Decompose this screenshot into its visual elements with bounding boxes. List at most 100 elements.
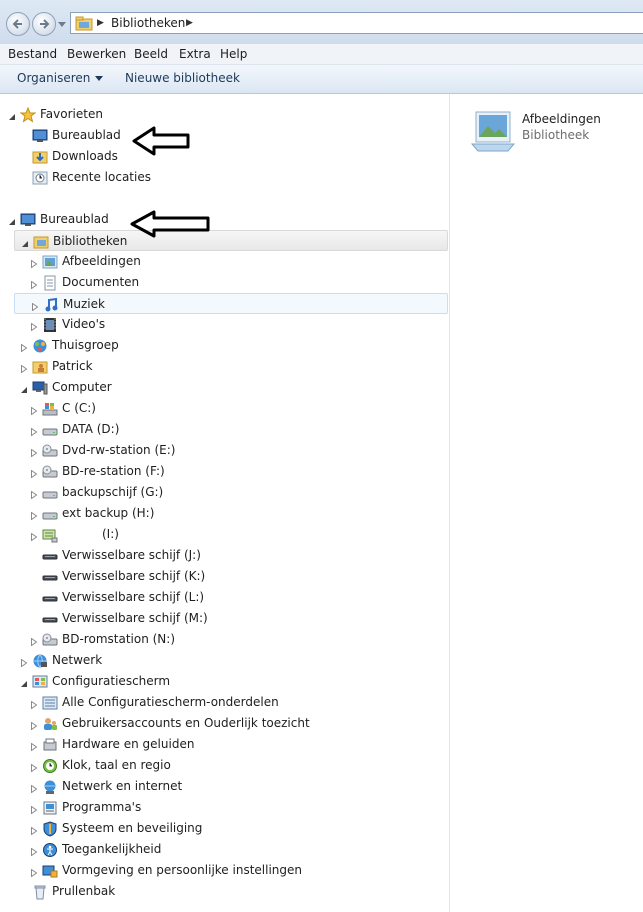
navigation-pane[interactable]: Favorieten Bureaublad Downloads Recente loc… — [0, 94, 449, 912]
expanded-triangle-icon[interactable] — [21, 237, 29, 247]
collapsed-triangle-icon[interactable] — [30, 866, 38, 878]
collapsed-triangle-icon[interactable] — [30, 446, 38, 458]
collapsed-triangle-icon[interactable] — [20, 362, 28, 374]
collapsed-triangle-icon[interactable] — [30, 404, 38, 416]
tree-item[interactable]: Afbeeldingen — [0, 251, 449, 272]
expanded-triangle-icon[interactable] — [20, 383, 28, 393]
menu-bar: Bestand Bewerken Beeld Extra Help — [0, 44, 643, 65]
library-item-name: Afbeeldingen — [522, 112, 601, 126]
tree-item[interactable]: Systeem en beveiliging — [0, 818, 449, 839]
documents-icon — [42, 275, 58, 291]
optical-drive-icon — [42, 443, 58, 459]
tree-item[interactable]: Documenten — [0, 272, 449, 293]
tree-item-label: Gebruikersaccounts en Ouderlijk toezicht — [62, 716, 310, 730]
tree-item-label: Patrick — [52, 359, 93, 373]
tree-item[interactable]: Favorieten — [0, 104, 449, 125]
collapsed-triangle-icon[interactable] — [30, 530, 38, 542]
content-pane[interactable]: Afbeeldingen Bibliotheek — [450, 94, 643, 912]
tree-item[interactable]: Vormgeving en persoonlijke instellingen — [0, 860, 449, 881]
tree-item[interactable]: Video's — [0, 314, 449, 335]
tree-item-label: BD-romstation (N:) — [62, 632, 175, 646]
breadcrumb-separator-icon[interactable]: ▶ — [97, 18, 104, 28]
tree-item[interactable]: Netwerk — [0, 650, 449, 671]
collapsed-triangle-icon[interactable] — [30, 824, 38, 836]
tree-item-label: Configuratiescherm — [52, 674, 171, 688]
tree-item[interactable]: Prullenbak — [0, 881, 449, 902]
tree-item[interactable]: Hardware en geluiden — [0, 734, 449, 755]
collapsed-triangle-icon[interactable] — [31, 300, 39, 312]
tree-item[interactable]: Verwisselbare schijf (M:) — [0, 608, 449, 629]
tree-item-label: Bureaublad — [52, 128, 121, 142]
menu-extra[interactable]: Extra — [179, 47, 211, 61]
forward-button[interactable] — [32, 12, 56, 36]
tree-item[interactable]: Verwisselbare schijf (J:) — [0, 545, 449, 566]
collapsed-triangle-icon[interactable] — [20, 341, 28, 353]
collapsed-triangle-icon[interactable] — [30, 698, 38, 710]
tree-item[interactable]: Computer — [0, 377, 449, 398]
menu-bestand[interactable]: Bestand — [8, 47, 57, 61]
tree-item-label: Prullenbak — [52, 884, 116, 898]
tree-item[interactable]: C (C:) — [0, 398, 449, 419]
expanded-triangle-icon[interactable] — [8, 215, 16, 225]
tree-item[interactable]: Configuratiescherm — [0, 671, 449, 692]
tree-item[interactable]: backupschijf (G:) — [0, 482, 449, 503]
tree-item[interactable]: Muziek — [14, 293, 448, 314]
menu-help[interactable]: Help — [220, 47, 247, 61]
libraries-folder-icon — [75, 16, 93, 31]
recent-pages-dropdown-icon[interactable] — [58, 20, 66, 28]
collapsed-triangle-icon[interactable] — [30, 719, 38, 731]
expanded-triangle-icon[interactable] — [8, 110, 16, 120]
tree-item[interactable]: Bureaublad — [0, 125, 449, 146]
menu-bewerken[interactable]: Bewerken — [67, 47, 126, 61]
collapsed-triangle-icon[interactable] — [30, 467, 38, 479]
tree-item[interactable]: Klok, taal en regio — [0, 755, 449, 776]
removable-drive-icon — [42, 611, 58, 627]
tree-item[interactable]: Toegankelijkheid — [0, 839, 449, 860]
tree-item[interactable]: Downloads — [0, 146, 449, 167]
collapsed-triangle-icon[interactable] — [30, 320, 38, 332]
menu-beeld[interactable]: Beeld — [134, 47, 168, 61]
back-button[interactable] — [6, 12, 30, 36]
tree-item[interactable]: Thuisgroep — [0, 335, 449, 356]
tree-item[interactable]: BD-re-station (F:) — [0, 461, 449, 482]
breadcrumb-bibliotheken[interactable]: Bibliotheken — [111, 16, 185, 30]
collapsed-triangle-icon[interactable] — [30, 257, 38, 269]
collapsed-triangle-icon[interactable] — [30, 488, 38, 500]
star-icon — [19, 106, 37, 123]
collapsed-triangle-icon[interactable] — [30, 845, 38, 857]
tree-item[interactable]: Netwerk en internet — [0, 776, 449, 797]
breadcrumb-separator-icon[interactable]: ▶ — [186, 18, 193, 28]
tree-item[interactable]: Bibliotheken — [14, 230, 448, 251]
collapsed-triangle-icon[interactable] — [30, 509, 38, 521]
tree-item-label: DATA (D:) — [62, 422, 120, 436]
tree-item[interactable]: Recente locaties — [0, 167, 449, 188]
collapsed-triangle-icon[interactable] — [30, 761, 38, 773]
collapsed-triangle-icon[interactable] — [30, 782, 38, 794]
tree-item-label: Netwerk — [52, 653, 103, 667]
collapsed-triangle-icon[interactable] — [30, 278, 38, 290]
collapsed-triangle-icon[interactable] — [20, 656, 28, 668]
tree-item[interactable]: Programma's — [0, 797, 449, 818]
library-item-afbeeldingen[interactable]: Afbeeldingen Bibliotheek — [468, 108, 638, 156]
tree-item[interactable]: Verwisselbare schijf (K:) — [0, 566, 449, 587]
new-library-button[interactable]: Nieuwe bibliotheek — [125, 71, 240, 85]
expanded-triangle-icon[interactable] — [20, 677, 28, 687]
tree-item[interactable]: BD-romstation (N:) — [0, 629, 449, 650]
tree-item[interactable]: (I:) — [0, 524, 449, 545]
tree-item[interactable]: Verwisselbare schijf (L:) — [0, 587, 449, 608]
tree-item[interactable]: DATA (D:) — [0, 419, 449, 440]
tree-item[interactable]: Patrick — [0, 356, 449, 377]
collapsed-triangle-icon[interactable] — [30, 425, 38, 437]
address-field[interactable]: ▶ Bibliotheken ▶ — [70, 12, 643, 34]
music-icon — [43, 297, 59, 313]
tree-item[interactable]: ext backup (H:) — [0, 503, 449, 524]
recycle-bin-icon — [32, 884, 48, 900]
collapsed-triangle-icon[interactable] — [30, 803, 38, 815]
collapsed-triangle-icon[interactable] — [30, 740, 38, 752]
tree-item[interactable]: Dvd-rw-station (E:) — [0, 440, 449, 461]
collapsed-triangle-icon[interactable] — [30, 635, 38, 647]
tree-item[interactable]: Gebruikersaccounts en Ouderlijk toezicht — [0, 713, 449, 734]
tree-item[interactable]: Alle Configuratiescherm-onderdelen — [0, 692, 449, 713]
organize-button[interactable]: Organiseren — [17, 71, 104, 85]
tree-item[interactable]: Bureaublad — [0, 209, 449, 230]
